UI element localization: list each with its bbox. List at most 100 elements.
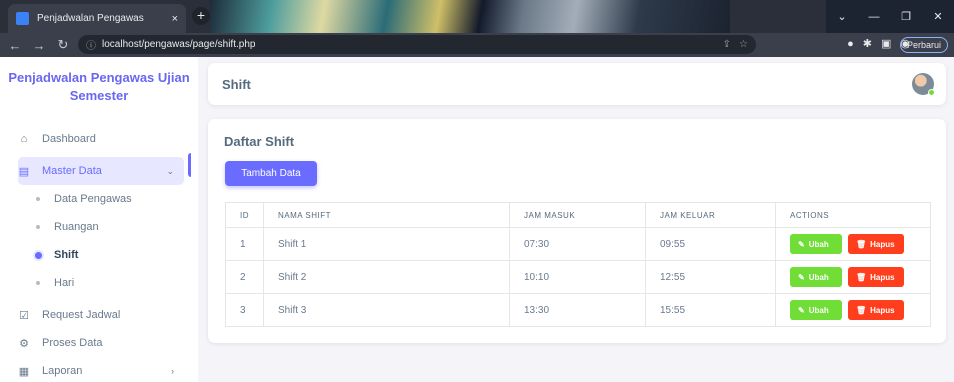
page-title: Shift bbox=[222, 76, 251, 92]
delete-label: Hapus bbox=[870, 239, 895, 249]
file-icon: ▦ bbox=[18, 365, 30, 378]
sidebar-subitem-label: Data Pengawas bbox=[54, 193, 132, 205]
sidebar-subitem-hari[interactable]: Hari bbox=[36, 269, 198, 297]
cell-actions: ✎ Ubah 🗑 Hapus bbox=[775, 260, 931, 294]
check-square-icon: ☑ bbox=[19, 309, 29, 322]
page-header: Shift bbox=[208, 63, 946, 105]
reload-icon[interactable]: ↻ bbox=[54, 37, 72, 53]
sidebar-item-label: Request Jadwal bbox=[42, 309, 121, 321]
sidebar-item-master-data[interactable]: ▤ Master Data ⌄ bbox=[18, 157, 184, 185]
cell-id: 3 bbox=[225, 293, 264, 327]
chevron-down-icon: ⌄ bbox=[166, 165, 174, 176]
app-brand[interactable]: Penjadwalan Pengawas Ujian Semester bbox=[0, 69, 198, 105]
sidepanel-icon[interactable]: ▣ bbox=[881, 37, 891, 50]
active-bullet-icon bbox=[35, 251, 42, 259]
cell-name: Shift 1 bbox=[263, 227, 510, 261]
trash-icon: 🗑 bbox=[856, 272, 867, 282]
cell-id: 2 bbox=[225, 260, 264, 294]
column-header-nama-shift[interactable]: NAMA SHIFT bbox=[263, 202, 510, 228]
cell-name: Shift 2 bbox=[263, 260, 510, 294]
online-status-icon bbox=[928, 89, 935, 96]
cell-jam-masuk: 10:10 bbox=[509, 260, 646, 294]
trash-icon: 🗑 bbox=[856, 239, 867, 249]
sidebar-subitem-data-pengawas[interactable]: Data Pengawas bbox=[36, 185, 198, 213]
edit-button[interactable]: ✎ Ubah bbox=[790, 267, 842, 287]
edit-button[interactable]: ✎ Ubah bbox=[790, 234, 842, 254]
tab-title: Penjadwalan Pengawas bbox=[37, 13, 144, 24]
window-controls: ⌄ — ❐ ✕ bbox=[826, 0, 954, 33]
sidebar-item-label: Proses Data bbox=[42, 337, 103, 349]
cell-jam-keluar: 12:55 bbox=[645, 260, 776, 294]
edit-button[interactable]: ✎ Ubah bbox=[790, 300, 842, 320]
pencil-icon: ✎ bbox=[798, 239, 805, 249]
column-header-jam-masuk[interactable]: JAM MASUK bbox=[509, 202, 646, 228]
chevron-down-icon[interactable]: ⌄ bbox=[826, 10, 858, 23]
delete-label: Hapus bbox=[870, 305, 895, 315]
bullet-icon bbox=[36, 197, 40, 201]
table-row: 3 Shift 3 13:30 15:55 ✎ Ubah 🗑 Hapus bbox=[225, 293, 931, 327]
cell-jam-masuk: 07:30 bbox=[509, 227, 646, 261]
delete-button[interactable]: 🗑 Hapus bbox=[848, 234, 904, 254]
delete-label: Hapus bbox=[870, 272, 895, 282]
column-header-id[interactable]: ID bbox=[225, 202, 264, 228]
minimize-icon[interactable]: — bbox=[858, 11, 890, 23]
new-tab-button[interactable]: + bbox=[192, 7, 210, 25]
browser-tab[interactable]: Penjadwalan Pengawas × bbox=[8, 4, 186, 33]
extension-icon[interactable]: ● bbox=[847, 38, 854, 50]
cell-id: 1 bbox=[225, 227, 264, 261]
puzzle-icon[interactable]: ✱ bbox=[863, 37, 872, 50]
trash-icon: 🗑 bbox=[856, 305, 867, 315]
shift-table: ID NAMA SHIFT JAM MASUK JAM KELUAR ACTIO… bbox=[225, 202, 931, 327]
site-info-icon[interactable]: ⓘ bbox=[86, 37, 96, 52]
restore-icon[interactable]: ❐ bbox=[890, 10, 922, 23]
column-header-jam-keluar[interactable]: JAM KELUAR bbox=[645, 202, 776, 228]
sidebar: Penjadwalan Pengawas Ujian Semester ⌂ Da… bbox=[0, 57, 198, 382]
forward-icon[interactable]: → bbox=[30, 38, 48, 53]
sidebar-subitem-shift[interactable]: Shift bbox=[35, 241, 198, 269]
bullet-icon bbox=[36, 225, 40, 229]
active-indicator bbox=[188, 153, 191, 177]
shift-list-card: Daftar Shift Tambah Data ID NAMA SHIFT J… bbox=[208, 119, 946, 343]
card-title: Daftar Shift bbox=[224, 134, 295, 149]
cell-jam-keluar: 09:55 bbox=[645, 227, 776, 261]
pencil-icon: ✎ bbox=[798, 305, 805, 315]
edit-label: Ubah bbox=[808, 239, 829, 249]
delete-button[interactable]: 🗑 Hapus bbox=[848, 267, 904, 287]
close-window-icon[interactable]: ✕ bbox=[922, 10, 954, 23]
table-row: 2 Shift 2 10:10 12:55 ✎ Ubah 🗑 Hapus bbox=[225, 260, 931, 294]
cell-actions: ✎ Ubah 🗑 Hapus bbox=[775, 227, 931, 261]
cell-jam-masuk: 13:30 bbox=[509, 293, 646, 327]
sidebar-subitem-label: Hari bbox=[54, 277, 75, 289]
chevron-right-icon: › bbox=[171, 366, 174, 376]
sidebar-item-request-jadwal[interactable]: ☑ Request Jadwal bbox=[18, 301, 184, 329]
sidebar-item-proses-data[interactable]: ⚙ Proses Data bbox=[18, 329, 184, 357]
table-header-row: ID NAMA SHIFT JAM MASUK JAM KELUAR ACTIO… bbox=[225, 202, 931, 228]
cell-jam-keluar: 15:55 bbox=[645, 293, 776, 327]
sidebar-subitem-ruangan[interactable]: Ruangan bbox=[36, 213, 198, 241]
sidebar-item-laporan[interactable]: ▦ Laporan › bbox=[18, 357, 184, 382]
delete-button[interactable]: 🗑 Hapus bbox=[848, 300, 904, 320]
layout-icon: ▤ bbox=[18, 165, 30, 178]
pencil-icon: ✎ bbox=[798, 272, 805, 282]
sidebar-menu: ⌂ Dashboard ▤ Master Data ⌄ Data Pengawa… bbox=[0, 129, 198, 382]
favicon-icon bbox=[16, 12, 29, 25]
sidebar-subitem-label: Shift bbox=[54, 249, 79, 261]
sidebar-item-label: Dashboard bbox=[42, 133, 96, 145]
add-data-button[interactable]: Tambah Data bbox=[225, 161, 317, 186]
edit-label: Ubah bbox=[808, 305, 829, 315]
back-icon[interactable]: ← bbox=[6, 38, 24, 53]
sidebar-item-dashboard[interactable]: ⌂ Dashboard bbox=[18, 125, 184, 153]
cell-actions: ✎ Ubah 🗑 Hapus bbox=[775, 293, 931, 327]
sidebar-subitem-label: Ruangan bbox=[54, 221, 99, 233]
cell-name: Shift 3 bbox=[263, 293, 510, 327]
update-button[interactable]: Perbarui bbox=[899, 37, 948, 53]
address-bar[interactable]: ⓘ localhost/pengawas/page/shift.php ⇪ ☆ bbox=[78, 35, 756, 54]
gear-icon: ⚙ bbox=[19, 337, 29, 350]
avatar[interactable] bbox=[912, 73, 935, 96]
bookmark-star-icon[interactable]: ☆ bbox=[739, 39, 748, 50]
sidebar-item-label: Laporan bbox=[42, 365, 83, 377]
url-text: localhost/pengawas/page/shift.php bbox=[102, 39, 256, 50]
edit-label: Ubah bbox=[808, 272, 829, 282]
share-icon[interactable]: ⇪ bbox=[723, 39, 731, 50]
tab-close-icon[interactable]: × bbox=[172, 13, 178, 25]
